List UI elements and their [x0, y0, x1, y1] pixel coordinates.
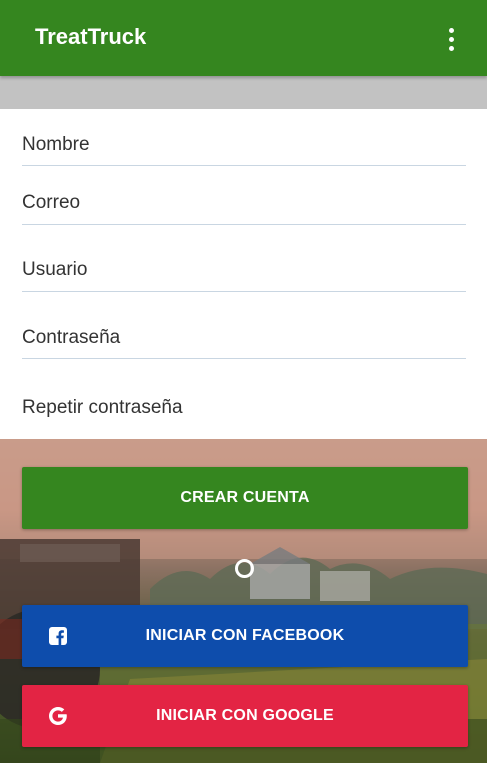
name-placeholder: Nombre	[22, 134, 90, 155]
app-bar: TreatTruck	[0, 0, 487, 76]
username-placeholder: Usuario	[22, 259, 88, 280]
password-underline	[22, 358, 466, 359]
facebook-login-label: INICIAR CON FACEBOOK	[145, 627, 345, 644]
username-underline	[22, 291, 466, 292]
email-placeholder: Correo	[22, 192, 81, 213]
password-field[interactable]: Contraseña	[22, 326, 466, 359]
create-account-label: CREAR CUENTA	[180, 489, 310, 506]
name-field[interactable]: Nombre	[22, 133, 466, 166]
email-field[interactable]: Correo	[22, 191, 466, 225]
more-vert-icon[interactable]	[437, 22, 465, 56]
facebook-login-button[interactable]: INICIAR CON FACEBOOK	[22, 605, 468, 667]
repeat-password-field[interactable]: Repetir contraseña	[22, 396, 466, 420]
create-account-button[interactable]: CREAR CUENTA	[22, 467, 468, 529]
google-login-label: INICIAR CON GOOGLE	[156, 707, 334, 724]
signup-form: Nombre Correo Usuario Contraseña Repetir…	[0, 109, 487, 439]
facebook-icon	[48, 626, 68, 646]
grey-strip	[0, 76, 487, 109]
google-icon	[48, 706, 68, 726]
username-field[interactable]: Usuario	[22, 258, 466, 292]
progress-spinner	[235, 559, 254, 578]
email-underline	[22, 224, 466, 225]
google-login-button[interactable]: INICIAR CON GOOGLE	[22, 685, 468, 747]
repeat-password-placeholder: Repetir contraseña	[22, 397, 183, 418]
app-title: TreatTruck	[35, 24, 147, 49]
name-underline	[22, 165, 466, 166]
password-placeholder: Contraseña	[22, 327, 121, 348]
